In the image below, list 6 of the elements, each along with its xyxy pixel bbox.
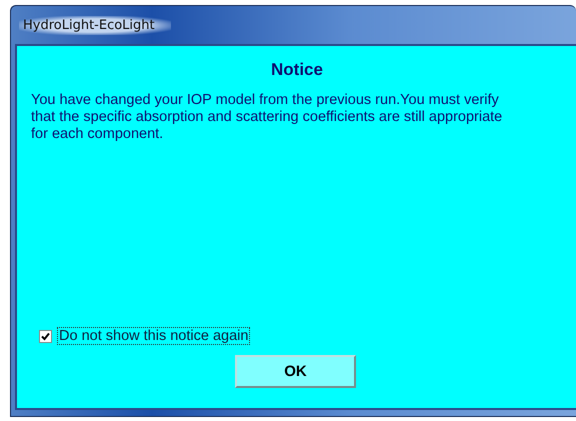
notice-heading: Notice (271, 60, 323, 80)
window-title: HydroLight-EcoLight (19, 16, 171, 34)
ok-button[interactable]: OK (235, 355, 356, 388)
checkbox[interactable] (39, 330, 52, 342)
checkbox-label[interactable]: Do not show this notice again (57, 327, 250, 345)
notice-message: You have changed your IOP model from the previous run.You must verify that the specific absorption and scattering coefficients are still appropriate for each component. (31, 92, 504, 143)
